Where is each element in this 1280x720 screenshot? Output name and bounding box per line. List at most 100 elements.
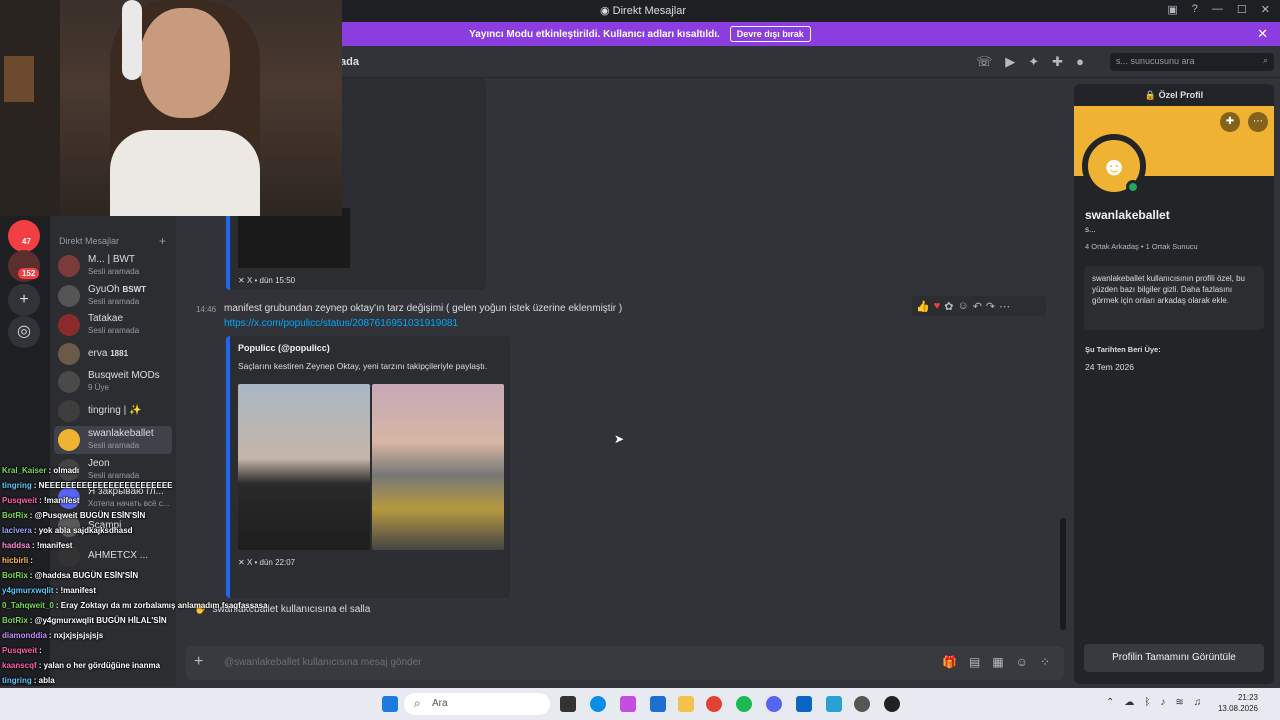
new-dm-icon[interactable]: + bbox=[159, 234, 166, 248]
pin-icon[interactable]: ✦ bbox=[1028, 54, 1039, 70]
dm-list-header: Direkt Mesajlar bbox=[59, 236, 120, 246]
discord-icon[interactable] bbox=[766, 696, 782, 712]
add-friend-icon[interactable]: ✚ bbox=[1220, 112, 1240, 132]
link-embed: Populicc (@populicc) Saçlarını kestiren … bbox=[226, 336, 510, 598]
message-link[interactable]: https://x.com/populicc/status/2087616951… bbox=[224, 318, 458, 329]
banner-close-icon[interactable]: ✕ bbox=[1257, 26, 1268, 42]
message-text: manifest grubundan zeynep oktay'ın tarz … bbox=[224, 303, 623, 314]
embed-photo[interactable] bbox=[372, 384, 504, 550]
composer-placeholder: @swanlakeballet kullanıcısına mesaj gönd… bbox=[224, 657, 422, 668]
app-icon[interactable] bbox=[796, 696, 812, 712]
file-explorer-icon[interactable] bbox=[678, 696, 694, 712]
chat-line: Pusqweit: bbox=[2, 646, 42, 655]
dm-item[interactable]: GyuOh BSWT Sesli aramada bbox=[54, 282, 172, 310]
webcam-person-shirt bbox=[110, 130, 260, 216]
dm-item[interactable]: Busqweit MODs 9 Üye bbox=[54, 368, 172, 396]
embed-footer: ✕ X • dün 22:07 bbox=[238, 558, 296, 567]
add-friend-icon[interactable]: ✚ bbox=[1052, 54, 1063, 70]
apps-icon[interactable]: ⁘ bbox=[1040, 655, 1050, 669]
gift-icon[interactable]: 🎁 bbox=[942, 655, 957, 669]
embed-footer: ✕ X • dün 15:50 bbox=[238, 276, 296, 285]
reply-icon[interactable]: ↶ bbox=[973, 300, 982, 313]
add-server-icon[interactable]: + bbox=[8, 284, 40, 316]
embed-photo[interactable] bbox=[238, 384, 370, 550]
emoji-reaction-icon[interactable]: ✿ bbox=[944, 300, 953, 313]
heart-icon[interactable]: ♥ bbox=[934, 300, 941, 312]
bluetooth-icon[interactable]: ᛒ bbox=[1144, 697, 1150, 708]
dm-name: Tatakae bbox=[88, 313, 124, 324]
inbox-icon[interactable]: ▣ bbox=[1167, 3, 1177, 16]
start-icon[interactable] bbox=[382, 696, 398, 712]
dm-item[interactable]: erva 1881 bbox=[54, 340, 172, 368]
stream-chat-overlay: Kral_Kaiser: olmadı tingring: NEEEEEEEEE… bbox=[0, 466, 268, 716]
profile-header: 🔒 Özel Profil bbox=[1144, 90, 1204, 100]
taskbar-clock[interactable]: 21:23 13.08.2026 bbox=[1218, 692, 1258, 714]
message-timestamp: 14:46 bbox=[196, 305, 217, 314]
emoji-icon[interactable]: ☺ bbox=[1016, 655, 1028, 669]
discover-icon[interactable]: ◎ bbox=[8, 316, 40, 348]
search-input[interactable]: s... sunucusunu ara ⌕ bbox=[1110, 53, 1274, 71]
copilot-icon[interactable] bbox=[620, 696, 636, 712]
mouse-cursor-icon: ➤ bbox=[614, 432, 625, 446]
volume-icon[interactable]: ♫ bbox=[1194, 697, 1202, 708]
mutual-info[interactable]: 4 Ortak Arkadaş • 1 Ortak Sunucu bbox=[1085, 242, 1198, 251]
embed-description: Saçlarını kestiren Zeynep Oktay, yeni ta… bbox=[238, 361, 488, 371]
embed-image[interactable] bbox=[238, 208, 350, 268]
dm-name: Busqweit MODs bbox=[88, 370, 160, 381]
user-profile-icon[interactable]: ● bbox=[1076, 54, 1084, 70]
chat-line: BotRix: @haddsa BUGÜN ESİN'SİN bbox=[2, 571, 139, 580]
chat-line: BotRix: @y4gmurxwqlit BUGÜN HİLAL'SİN bbox=[2, 616, 167, 625]
dm-item[interactable]: M... | BWT Sesli aramada bbox=[54, 252, 172, 280]
banner-text: Yayıncı Modu etkinleştirildi. Kullanıcı … bbox=[469, 28, 720, 40]
chevron-up-icon[interactable]: ⌃ bbox=[1106, 697, 1114, 708]
obs-icon[interactable] bbox=[884, 696, 900, 712]
close-window-button[interactable]: ✕ bbox=[1261, 3, 1270, 16]
edge-icon[interactable] bbox=[590, 696, 606, 712]
app-icon[interactable] bbox=[826, 696, 842, 712]
clock-date: 13.08.2026 bbox=[1217, 704, 1258, 713]
windows-taskbar: ⌕ Ara ⌃ ☁ ᛒ ♪ ≋ ♫ 21:23 13.08.2026 bbox=[0, 688, 1280, 720]
task-view-icon[interactable] bbox=[560, 696, 576, 712]
gif-icon[interactable]: ▤ bbox=[969, 655, 980, 669]
maximize-button[interactable]: ☐ bbox=[1237, 3, 1247, 16]
chat-line: lacivera: yok abla sajdkajksdhasd bbox=[2, 526, 133, 535]
onedrive-icon[interactable]: ☁ bbox=[1124, 697, 1134, 708]
disable-streamer-mode-button[interactable]: Devre dışı bırak bbox=[729, 26, 811, 42]
message-composer[interactable]: + @swanlakeballet kullanıcısına mesaj gö… bbox=[186, 646, 1064, 680]
voice-call-icon[interactable]: ☏ bbox=[976, 54, 992, 70]
dm-status: Sesli aramada bbox=[88, 267, 140, 276]
embed-author[interactable]: Populicc (@populicc) bbox=[238, 343, 330, 353]
taskbar-search[interactable]: ⌕ Ara bbox=[404, 693, 550, 715]
sticker-icon[interactable]: ▦ bbox=[992, 655, 1003, 669]
dm-item-active[interactable]: swanlakeballet Sesli aramada bbox=[54, 426, 172, 454]
dm-item[interactable]: Tatakae Sesli aramada bbox=[54, 311, 172, 339]
chrome-icon[interactable] bbox=[706, 696, 722, 712]
notification-badge: 152 bbox=[18, 268, 40, 279]
settings-icon[interactable] bbox=[854, 696, 870, 712]
dm-status: Sesli aramada bbox=[88, 441, 140, 450]
search-icon: ⌕ bbox=[414, 696, 421, 710]
webcam-person-face bbox=[140, 8, 230, 118]
composer-toolbar: 🎁 ▤ ▦ ☺ ⁘ bbox=[942, 655, 1050, 669]
forward-icon[interactable]: ↷ bbox=[986, 300, 995, 313]
wifi-icon[interactable]: ≋ bbox=[1175, 697, 1183, 708]
dm-name: swanlakeballet bbox=[88, 428, 154, 439]
view-full-profile-button[interactable]: Profilin Tamamını Görüntüle bbox=[1084, 644, 1264, 672]
minimize-button[interactable]: — bbox=[1212, 3, 1223, 16]
add-reaction-icon[interactable]: ☺ bbox=[957, 300, 968, 312]
avatar bbox=[58, 285, 80, 307]
microphone-icon[interactable]: ♪ bbox=[1160, 697, 1165, 708]
scrollbar[interactable] bbox=[1060, 518, 1066, 630]
thumbs-up-icon[interactable]: 👍 bbox=[916, 300, 930, 313]
window-title-text: Direkt Mesajlar bbox=[612, 5, 687, 17]
spotify-icon[interactable] bbox=[736, 696, 752, 712]
dm-item[interactable]: tingring | ✨ bbox=[54, 397, 172, 425]
more-options-icon[interactable]: ⋯ bbox=[1248, 112, 1268, 132]
lock-icon: 🔒 bbox=[1144, 90, 1159, 100]
video-call-icon[interactable]: ▶ bbox=[1005, 54, 1015, 70]
help-icon[interactable]: ? bbox=[1192, 3, 1198, 16]
chat-line: 0_Tahqweit_0: Eray Zoktayı da mı zorbala… bbox=[2, 601, 268, 610]
chat-line: y4gmurxwqlit: !manifest bbox=[2, 586, 97, 595]
more-options-icon[interactable]: ⋯ bbox=[999, 300, 1010, 313]
store-icon[interactable] bbox=[650, 696, 666, 712]
